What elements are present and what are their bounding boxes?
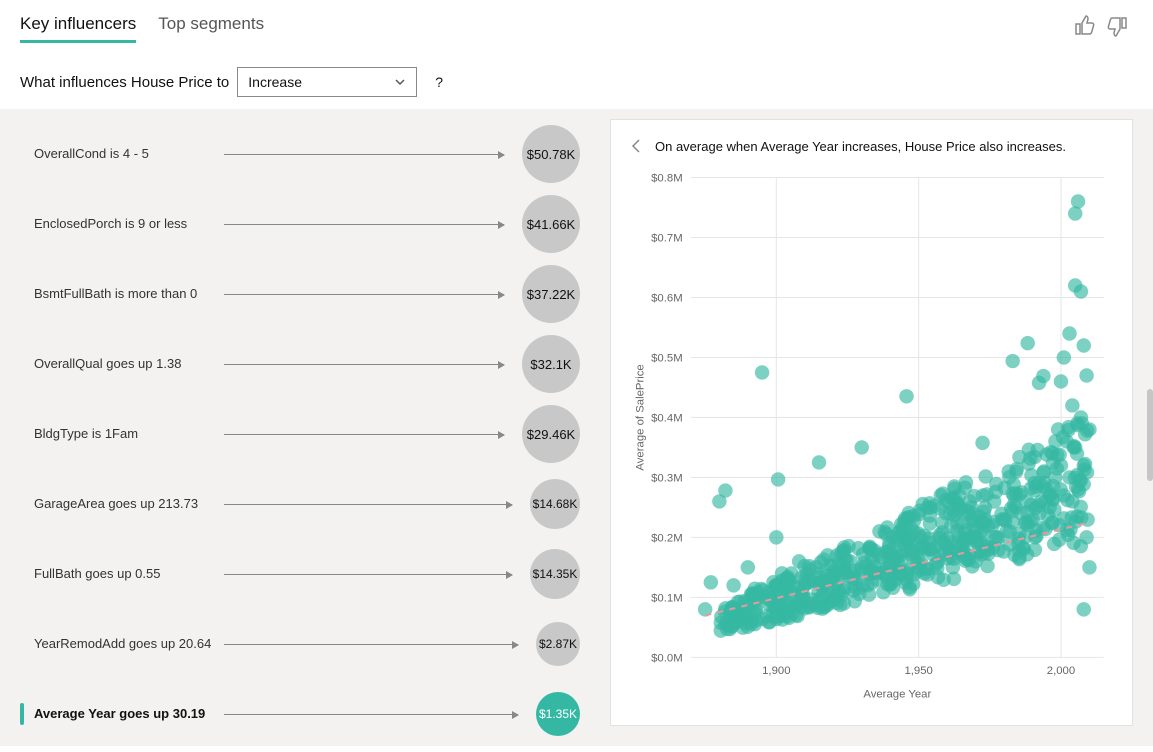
chevron-down-icon xyxy=(394,76,406,88)
svg-text:1,950: 1,950 xyxy=(904,665,932,677)
arrow-line xyxy=(224,364,504,365)
impact-bubble: $14.35K xyxy=(530,549,580,599)
select-value: Increase xyxy=(248,74,302,90)
svg-text:$0.0M: $0.0M xyxy=(651,652,683,664)
influencer-item[interactable]: YearRemodAdd goes up 20.64 $2.87K xyxy=(20,609,580,679)
back-icon[interactable] xyxy=(629,138,645,154)
feedback-buttons xyxy=(1073,14,1129,38)
svg-text:2,000: 2,000 xyxy=(1047,665,1075,677)
influencer-label: BsmtFullBath is more than 0 xyxy=(34,286,224,302)
influencer-label: BldgType is 1Fam xyxy=(34,426,224,442)
svg-text:1,900: 1,900 xyxy=(762,665,790,677)
impact-bubble: $32.1K xyxy=(522,335,580,393)
influencer-item[interactable]: Average Year goes up 30.19 $1.35K xyxy=(20,679,580,746)
arrow-line xyxy=(224,224,504,225)
detail-panel: On average when Average Year increases, … xyxy=(610,119,1133,726)
arrow-line xyxy=(224,574,512,575)
scatter-chart[interactable]: $0.0M $0.1M $0.2M $0.3M $0.4M $0.5M $0.6M $0.7M… xyxy=(629,164,1114,707)
impact-bubble: $41.66K xyxy=(522,195,580,253)
panel-title: On average when Average Year increases, … xyxy=(655,139,1066,154)
arrow-line xyxy=(224,714,518,715)
direction-select[interactable]: Increase xyxy=(237,67,417,97)
influencer-item[interactable]: BsmtFullBath is more than 0 $37.22K xyxy=(20,259,580,329)
svg-text:$0.8M: $0.8M xyxy=(651,173,683,185)
arrow-line xyxy=(224,154,504,155)
svg-text:$0.6M: $0.6M xyxy=(651,293,683,305)
influencer-label: EnclosedPorch is 9 or less xyxy=(34,216,224,232)
influencer-item[interactable]: OverallCond is 4 - 5 $50.78K xyxy=(20,119,580,189)
svg-text:$0.3M: $0.3M xyxy=(651,473,683,485)
thumbs-down-icon[interactable] xyxy=(1105,14,1129,38)
svg-text:$0.1M: $0.1M xyxy=(651,593,683,605)
influencer-label: YearRemodAdd goes up 20.64 xyxy=(34,636,224,652)
influencer-item[interactable]: OverallQual goes up 1.38 $32.1K xyxy=(20,329,580,399)
arrow-line xyxy=(224,294,504,295)
scrollbar-thumb[interactable] xyxy=(1147,389,1153,481)
svg-text:$0.7M: $0.7M xyxy=(651,233,683,245)
impact-bubble: $1.35K xyxy=(536,692,580,736)
impact-bubble: $2.87K xyxy=(536,622,580,666)
influencer-item[interactable]: FullBath goes up 0.55 $14.35K xyxy=(20,539,580,609)
arrow-line xyxy=(224,434,504,435)
svg-text:Average Year: Average Year xyxy=(863,689,931,701)
thumbs-up-icon[interactable] xyxy=(1073,14,1097,38)
svg-text:$0.4M: $0.4M xyxy=(651,413,683,425)
influencer-label: GarageArea goes up 213.73 xyxy=(34,496,224,512)
influencer-label: OverallQual goes up 1.38 xyxy=(34,356,224,372)
question-row: What influences House Price to Increase … xyxy=(0,43,1153,109)
influencer-label: Average Year goes up 30.19 xyxy=(34,706,224,722)
tab-top-segments[interactable]: Top segments xyxy=(158,14,264,43)
impact-bubble: $50.78K xyxy=(522,125,580,183)
arrow-line xyxy=(224,504,512,505)
question-text: What influences House Price to xyxy=(20,74,229,91)
impact-bubble: $37.22K xyxy=(522,265,580,323)
svg-text:$0.2M: $0.2M xyxy=(651,533,683,545)
influencer-item[interactable]: GarageArea goes up 213.73 $14.68K xyxy=(20,469,580,539)
svg-text:$0.5M: $0.5M xyxy=(651,353,683,365)
impact-bubble: $29.46K xyxy=(522,405,580,463)
help-icon[interactable]: ? xyxy=(435,74,443,90)
impact-bubble: $14.68K xyxy=(530,479,580,529)
influencer-label: FullBath goes up 0.55 xyxy=(34,566,224,582)
tabs-bar: Key influencers Top segments xyxy=(0,0,1153,43)
influencer-item[interactable]: BldgType is 1Fam $29.46K xyxy=(20,399,580,469)
tab-key-influencers[interactable]: Key influencers xyxy=(20,14,136,43)
selected-indicator xyxy=(20,703,24,725)
influencers-list: OverallCond is 4 - 5 $50.78K EnclosedPorch… xyxy=(0,109,610,746)
svg-text:Average of SalePrice: Average of SalePrice xyxy=(634,364,646,470)
influencer-item[interactable]: EnclosedPorch is 9 or less $41.66K xyxy=(20,189,580,259)
arrow-line xyxy=(224,644,518,645)
influencer-label: OverallCond is 4 - 5 xyxy=(34,146,224,162)
